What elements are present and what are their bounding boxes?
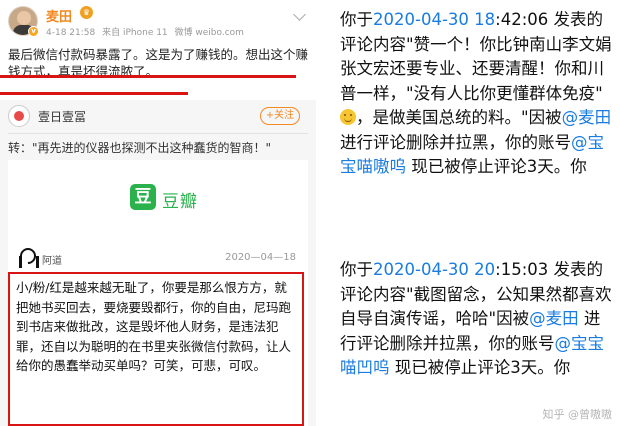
- datetime-link[interactable]: 2020-04-30 20: [373, 260, 495, 279]
- repost-text: 转："再先进的仪器也探测不出这种蠢货的智商！": [8, 141, 272, 155]
- douban-logo: 豆: [130, 184, 156, 210]
- verified-badge-icon: v: [28, 26, 39, 37]
- repost-header: 壹日壹冨 +关注: [8, 104, 308, 130]
- post-timestamp: 4-18 21:58: [46, 28, 96, 38]
- text-suffix: 现已被停止评论3天。你: [406, 157, 587, 176]
- comment-text: 小/粉/红是越来越无耻了，你要是那么恨方方，就把她书买回去，要烧要毁都行，你的自…: [16, 280, 292, 373]
- watermark: 知乎 @曾嗷嗷: [542, 408, 613, 421]
- text-body: ，是做美国总统的料。"因被: [356, 108, 562, 127]
- post-username[interactable]: 麦田: [46, 6, 72, 25]
- text-prefix: 你于: [340, 260, 373, 279]
- chevron-down-icon[interactable]: [293, 8, 306, 21]
- follow-button[interactable]: +关注: [260, 107, 300, 125]
- comment-username: 阿道: [42, 256, 62, 267]
- repost-avatar[interactable]: [8, 105, 30, 127]
- text-body: 进行评论删除并拉黑，你的账号: [340, 132, 571, 152]
- smile-emoji-icon: [340, 109, 356, 125]
- divider: [8, 133, 308, 134]
- repost-card[interactable]: 壹日壹冨 +关注 转："再先进的仪器也探测不出这种蠢货的智商！" 豆 豆瓣 阿道…: [0, 100, 316, 426]
- notification-block-2: 你于2020-04-30 20:15:03 发表的评论内容"截图留念，公知果然都…: [340, 258, 616, 381]
- red-underline: [0, 92, 188, 95]
- text-prefix: 你于: [340, 10, 373, 29]
- mention-link[interactable]: @麦田: [529, 309, 579, 328]
- crown-icon: ♛: [80, 6, 93, 19]
- red-underline: [0, 75, 296, 78]
- post-header: v 麦田 ♛ 4-18 21:58 来自 iPhone 11 微博 weibo.…: [0, 0, 316, 44]
- panel-divider: [316, 0, 326, 426]
- highlight-box: 小/粉/红是越来越无耻了，你要是那么恨方方，就把她书买回去，要烧要毁都行，你的自…: [8, 272, 304, 426]
- repost-image[interactable]: 豆 豆瓣 阿道 2020—04—18 小/粉/红是越来越无耻了，你要是那么恨方方…: [8, 160, 308, 426]
- weibo-post-panel: v 麦田 ♛ 4-18 21:58 来自 iPhone 11 微博 weibo.…: [0, 0, 316, 426]
- screenshot-composite: v 麦田 ♛ 4-18 21:58 来自 iPhone 11 微博 weibo.…: [0, 0, 620, 426]
- mention-link[interactable]: @麦田: [562, 108, 612, 127]
- comment-date: 2020—04—18: [225, 252, 296, 263]
- post-meta: 4-18 21:58 来自 iPhone 11 微博 weibo.com: [46, 25, 248, 38]
- post-source: 来自 iPhone 11: [102, 28, 168, 38]
- notification-block-1: 你于2020-04-30 18:42:06 发表的评论内容"赞一个！你比钟南山李…: [340, 8, 616, 180]
- douban-name: 豆瓣: [162, 192, 198, 212]
- datetime-link[interactable]: 2020-04-30 18: [373, 10, 495, 29]
- text-suffix: 现已被停止评论3天。你: [389, 358, 571, 377]
- mourning-ribbon-icon: [18, 248, 34, 268]
- repost-username[interactable]: 壹日壹冨: [38, 108, 86, 125]
- post-site: 微博 weibo.com: [174, 28, 244, 38]
- notification-panel: 你于2020-04-30 18:42:06 发表的评论内容"赞一个！你比钟南山李…: [326, 0, 620, 426]
